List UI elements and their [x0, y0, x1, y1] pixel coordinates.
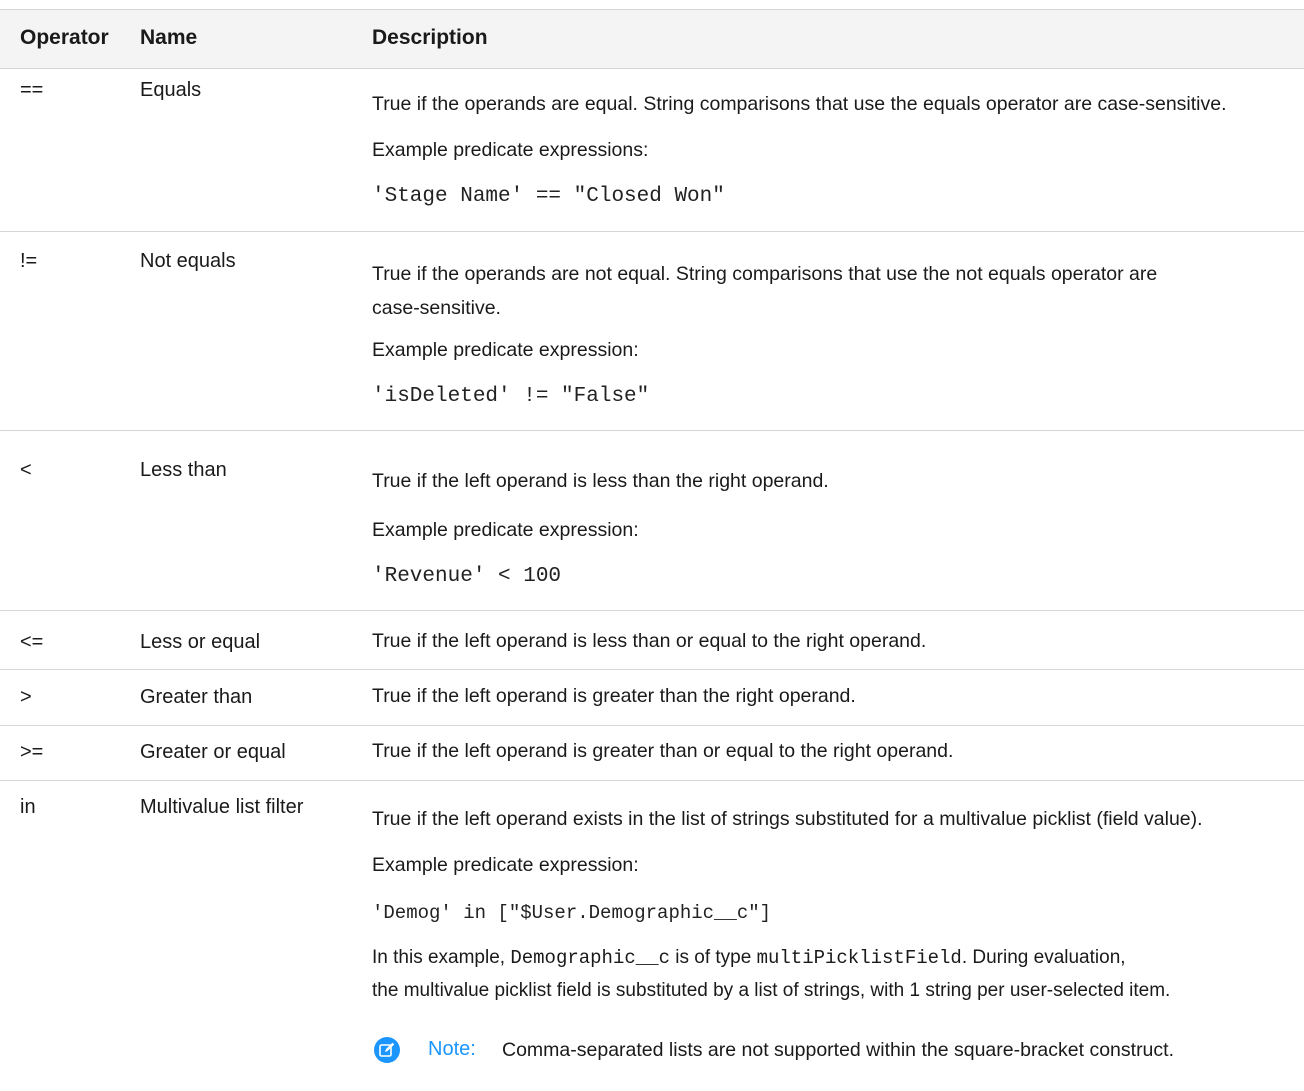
- name-cell: Greater or equal: [140, 741, 286, 763]
- description-text: True if the operands are equal. String c…: [372, 93, 1227, 115]
- operator-cell: >: [20, 686, 32, 708]
- name-cell: Not equals: [140, 250, 236, 272]
- header-description: Description: [372, 26, 488, 49]
- table-row: != Not equals True if the operands are n…: [0, 232, 1304, 431]
- header-operator: Operator: [20, 26, 109, 49]
- explanation-mid: is of type: [669, 947, 757, 968]
- operator-cell: <: [20, 459, 32, 481]
- name-cell: Less than: [140, 459, 227, 481]
- table-row: <= Less or equal True if the left operan…: [0, 611, 1304, 670]
- explanation-text: In this example, Demographic__c is of ty…: [372, 943, 1298, 973]
- operator-cell: >=: [20, 741, 44, 763]
- name-cell: Greater than: [140, 686, 253, 708]
- example-label: Example predicate expression:: [372, 339, 639, 361]
- description-text-cont: case-sensitive.: [372, 297, 501, 319]
- explanation-code-field: Demographic__c: [510, 947, 670, 969]
- operator-cell: <=: [20, 631, 44, 653]
- table-row: == Equals True if the operands are equal…: [0, 67, 1304, 232]
- example-code: 'Revenue' < 100: [372, 565, 562, 588]
- operator-cell: in: [20, 796, 36, 818]
- example-code: 'isDeleted' != "False": [372, 385, 650, 408]
- operator-cell: !=: [20, 250, 38, 272]
- description-text: True if the left operand is less than or…: [372, 630, 927, 652]
- table-header: Operator Name Description: [0, 9, 1304, 69]
- name-cell: Less or equal: [140, 631, 261, 653]
- example-code: 'Stage Name' == "Closed Won": [372, 185, 725, 208]
- operator-cell: ==: [20, 79, 44, 101]
- explanation-text-cont: the multivalue picklist field is substit…: [372, 980, 1171, 1001]
- example-label: Example predicate expression:: [372, 519, 639, 541]
- explanation-prefix: In this example,: [372, 947, 511, 968]
- name-cell: Multivalue list filter: [140, 796, 304, 818]
- description-text: True if the left operand is less than th…: [372, 470, 829, 492]
- example-label: Example predicate expression:: [372, 854, 639, 876]
- example-code: 'Demog' in ["$User.Demographic__c"]: [372, 902, 772, 924]
- table-row: > Greater than True if the left operand …: [0, 670, 1304, 726]
- example-label: Example predicate expressions:: [372, 139, 649, 161]
- description-text: True if the left operand exists in the l…: [372, 808, 1203, 830]
- note-text: Comma-separated lists are not supported …: [502, 1039, 1174, 1061]
- description-text: True if the left operand is greater than…: [372, 685, 856, 707]
- header-name: Name: [140, 26, 198, 49]
- explanation-suffix: . During evaluation,: [961, 947, 1126, 968]
- table-row: in Multivalue list filter True if the le…: [0, 781, 1304, 1091]
- explanation-code-type: multiPicklistField: [756, 947, 962, 969]
- description-text: True if the operands are not equal. Stri…: [372, 263, 1158, 285]
- edit-note-icon: [374, 1037, 400, 1063]
- operators-table: Operator Name Description == Equals True…: [0, 0, 1304, 1091]
- table-row: >= Greater or equal True if the left ope…: [0, 726, 1304, 781]
- description-text: True if the left operand is greater than…: [372, 740, 954, 762]
- table-row: < Less than True if the left operand is …: [0, 431, 1304, 611]
- name-cell: Equals: [140, 79, 202, 101]
- note-label: Note:: [428, 1038, 476, 1060]
